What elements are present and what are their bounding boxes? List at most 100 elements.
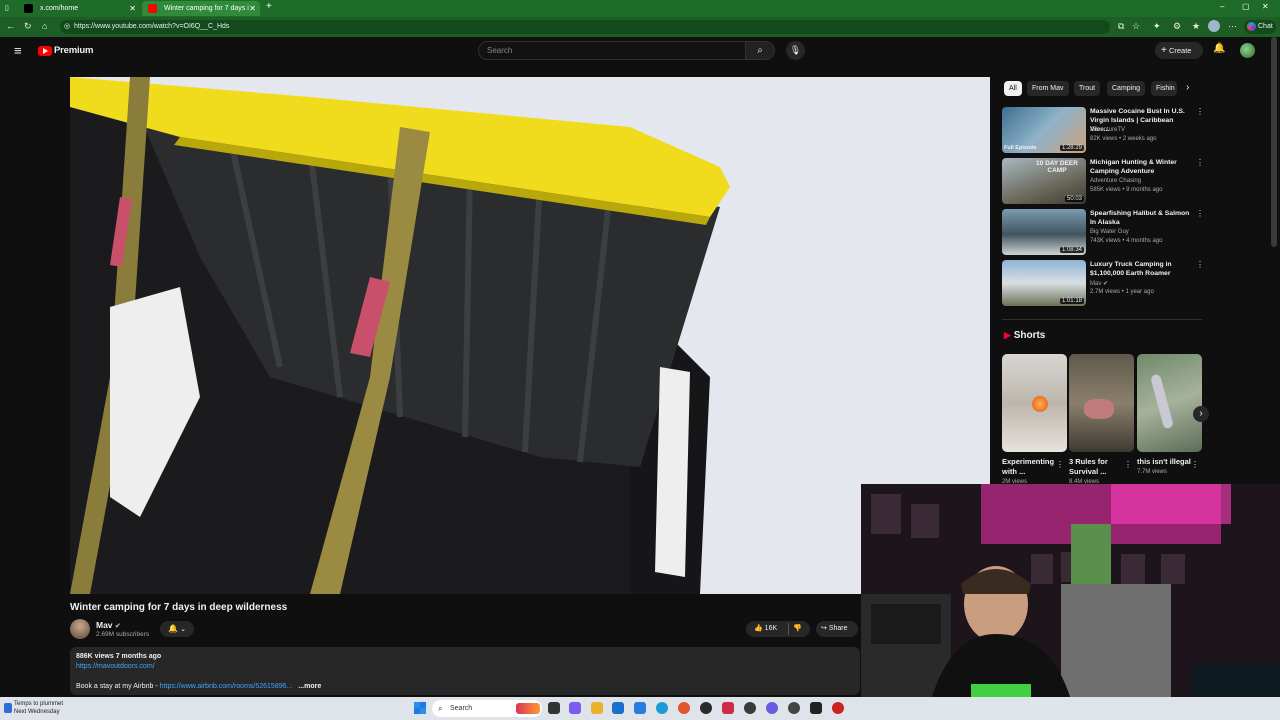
chip-all[interactable]: All [1004, 81, 1022, 96]
recommended-title[interactable]: Luxury Truck Camping in $1,100,000 Earth… [1090, 260, 1194, 278]
app-icon[interactable] [700, 702, 712, 714]
app-icon[interactable] [744, 702, 756, 714]
description-link[interactable]: https://mavoutdoors.com/ [76, 663, 155, 670]
edge-icon[interactable] [656, 702, 668, 714]
tab-x-home[interactable]: x.com/home ✕ [18, 1, 140, 16]
recommended-channel[interactable]: Adventure Chasing [1090, 178, 1141, 184]
recommended-meta: 2.7M views • 1 year ago [1090, 289, 1154, 295]
recommended-video[interactable]: 10 DAY DEER CAMP 50:03 Michigan Hunting … [1002, 158, 1204, 204]
chip-trout[interactable]: Trout [1074, 81, 1101, 96]
recommended-channel[interactable]: AdventureTV [1090, 127, 1125, 133]
site-info-icon[interactable]: ◎ [64, 20, 70, 34]
video-thumbnail[interactable]: 1:01:18 [1002, 260, 1086, 306]
taskbar-search[interactable]: ⌕ Search [432, 700, 542, 717]
app-icon[interactable] [788, 702, 800, 714]
shorts-next-button[interactable]: › [1193, 406, 1209, 422]
page-scrollbar[interactable] [1271, 37, 1277, 247]
windows-start-icon[interactable] [414, 702, 426, 714]
video-thumbnail[interactable]: 1:08:34 [1002, 209, 1086, 255]
copilot-chat-button[interactable]: Chat [1244, 20, 1276, 34]
subscription-bell-button[interactable]: 🔔 ⌄ [160, 621, 194, 637]
webcam-scene [861, 484, 1280, 700]
more-options-icon[interactable]: ⋮ [1196, 158, 1204, 167]
discord-icon[interactable] [766, 702, 778, 714]
hamburger-menu-icon[interactable]: ≡ [14, 43, 22, 58]
extensions-icon[interactable]: ✦ [1153, 21, 1161, 32]
airbnb-link[interactable]: https://www.airbnb.com/rooms/52615896... [160, 683, 293, 690]
show-more-link[interactable]: ...more [298, 683, 321, 690]
favorites-icon[interactable]: ★ [1192, 21, 1200, 32]
new-tab-icon[interactable]: + [266, 1, 272, 12]
more-options-icon[interactable]: ⋮ [1124, 460, 1132, 469]
subscriber-count: 2.69M subscribers [96, 631, 150, 638]
recommended-title[interactable]: Michigan Hunting & Winter Camping Advent… [1090, 158, 1194, 176]
chip-camping[interactable]: Camping [1107, 81, 1146, 96]
profile-avatar-icon[interactable] [1208, 20, 1220, 32]
account-avatar[interactable] [1240, 43, 1255, 58]
close-tab-icon[interactable]: ✕ [249, 1, 256, 16]
video-player[interactable] [70, 77, 990, 594]
tab-actions-icon[interactable]: ▯ [0, 1, 16, 16]
app-icon[interactable] [810, 702, 822, 714]
create-button[interactable]: + Create [1155, 42, 1203, 59]
video-thumbnail[interactable]: 10 DAY DEER CAMP 50:03 [1002, 158, 1086, 204]
short-thumbnail[interactable] [1137, 354, 1202, 452]
bookmark-star-icon[interactable]: ☆ [1132, 21, 1140, 32]
shorts-logo-icon: ▶ [1004, 330, 1011, 340]
home-icon[interactable]: ⌂ [42, 21, 47, 31]
copilot-icon[interactable] [569, 702, 581, 714]
install-app-icon[interactable]: ⧉ [1118, 21, 1124, 32]
share-button[interactable]: ↪ Share [816, 621, 858, 637]
tab-youtube-video[interactable]: Winter camping for 7 days i ✕ [142, 1, 260, 16]
short-title[interactable]: 3 Rules for Survival ... 8.4M views [1069, 457, 1125, 487]
store-icon[interactable] [612, 702, 624, 714]
outlook-icon[interactable] [634, 702, 646, 714]
recommended-video[interactable]: Full Episode 1:28:29 Massive Cocaine Bus… [1002, 107, 1204, 153]
recommended-title[interactable]: Spearfishing Halibut & Salmon In Alaska [1090, 209, 1194, 227]
more-options-icon[interactable]: ⋮ [1191, 460, 1199, 469]
more-options-icon[interactable]: ⋮ [1196, 260, 1204, 269]
description-box[interactable]: 886K views 7 months ago https://mavoutdo… [70, 647, 860, 695]
task-view-icon[interactable] [548, 702, 560, 714]
minimize-icon[interactable]: – [1220, 2, 1224, 11]
notifications-bell-icon[interactable]: 🔔 [1213, 43, 1225, 54]
like-button[interactable]: 👍 16K 👎 [746, 621, 810, 637]
video-thumbnail[interactable]: Full Episode 1:28:29 [1002, 107, 1086, 153]
recommended-video[interactable]: 1:08:34 Spearfishing Halibut & Salmon In… [1002, 209, 1204, 255]
recommended-channel[interactable]: Mav ✔ [1090, 280, 1108, 287]
search-input[interactable]: Search [478, 41, 746, 60]
file-explorer-icon[interactable] [591, 702, 603, 714]
youtube-premium-logo[interactable]: Premium [38, 37, 98, 65]
more-options-icon[interactable]: ⋮ [1196, 107, 1204, 116]
url-field[interactable]: ◎ https://www.youtube.com/watch?v=OI6Q__… [60, 20, 1110, 34]
thumbs-down-icon[interactable]: 👎 [793, 621, 802, 637]
close-window-icon[interactable]: ✕ [1262, 2, 1269, 11]
app-icon[interactable] [722, 702, 734, 714]
search-button[interactable]: ⌕ [745, 41, 775, 60]
close-tab-icon[interactable]: ✕ [129, 1, 136, 16]
recommended-video[interactable]: 1:01:18 Luxury Truck Camping in $1,100,0… [1002, 260, 1204, 306]
short-title[interactable]: this isn't illegal 7.7M views [1137, 457, 1193, 477]
maximize-icon[interactable]: ▢ [1242, 2, 1250, 11]
views-and-date: 886K views 7 months ago [76, 653, 162, 660]
extension-puzzle-icon[interactable]: ⚙ [1173, 21, 1181, 32]
channel-avatar[interactable] [70, 619, 90, 639]
app-icon[interactable] [832, 702, 844, 714]
short-thumbnail[interactable] [1002, 354, 1067, 452]
more-menu-icon[interactable]: ⋯ [1228, 21, 1237, 32]
more-options-icon[interactable]: ⋮ [1196, 209, 1204, 218]
weather-widget[interactable]: Temps to plummet Next Wednesday [14, 700, 63, 716]
chip-from-mav[interactable]: From Mav [1027, 81, 1069, 96]
more-options-icon[interactable]: ⋮ [1056, 460, 1064, 469]
voice-search-button[interactable]: 🎙 [786, 41, 805, 60]
chip-fishing[interactable]: Fishin [1151, 81, 1177, 96]
short-thumbnail[interactable] [1069, 354, 1134, 452]
back-icon[interactable]: ← [6, 21, 15, 31]
address-bar-row: ← ↻ ⌂ ◎ https://www.youtube.com/watch?v=… [0, 17, 1280, 37]
reload-icon[interactable]: ↻ [24, 21, 32, 32]
recommended-channel[interactable]: Big Water Guy [1090, 229, 1129, 235]
chevron-right-icon[interactable]: › [1186, 82, 1189, 93]
short-title[interactable]: Experimenting with ... 2M views [1002, 457, 1058, 487]
channel-name[interactable]: Mav ✔ [96, 620, 121, 630]
firefox-icon[interactable] [678, 702, 690, 714]
